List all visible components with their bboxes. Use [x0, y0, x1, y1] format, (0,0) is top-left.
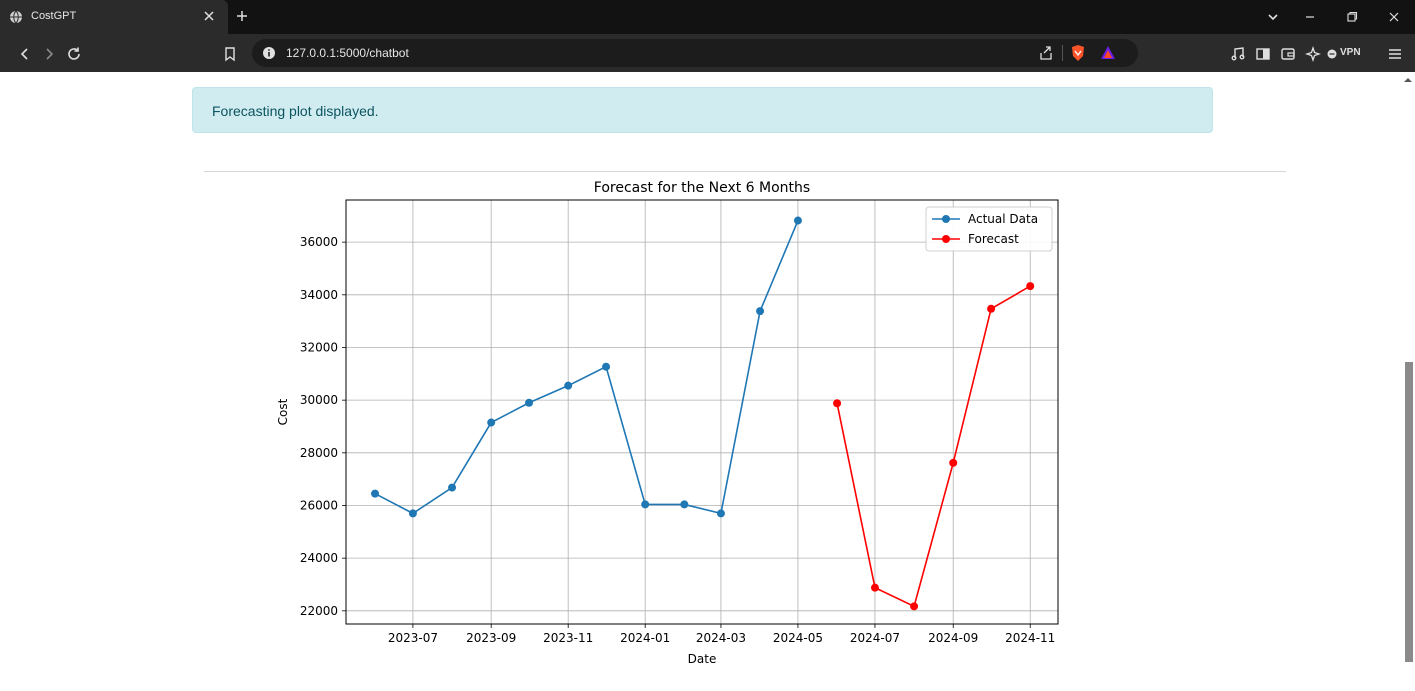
horizontal-divider — [204, 171, 1286, 172]
leo-ai-icon[interactable] — [1305, 46, 1321, 62]
scrollbar[interactable] — [1401, 72, 1415, 691]
actual-point — [448, 483, 457, 492]
bookmark-icon[interactable] — [222, 46, 238, 62]
forecast-point — [910, 602, 919, 611]
x-tick-label: 2024-07 — [850, 631, 900, 645]
browser-tab[interactable]: CostGPT — [0, 0, 228, 34]
vpn-label[interactable]: VPN — [1340, 47, 1361, 58]
chart-title: Forecast for the Next 6 Months — [594, 180, 810, 196]
minimize-icon[interactable] — [1303, 10, 1317, 24]
actual-point — [602, 362, 611, 371]
tab-search-chevron-icon[interactable] — [1266, 10, 1280, 24]
alert-message: Forecasting plot displayed. — [212, 103, 379, 119]
legend-label: Actual Data — [968, 212, 1038, 226]
url-text: 127.0.0.1:5000/chatbot — [286, 46, 409, 60]
y-tick-label: 36000 — [300, 235, 338, 249]
actual-point — [756, 307, 765, 316]
forward-icon[interactable] — [41, 46, 57, 62]
chart-background — [270, 177, 1070, 677]
x-tick-label: 2024-05 — [773, 631, 823, 645]
legend-label: Forecast — [968, 232, 1019, 246]
brave-rewards-icon[interactable] — [1100, 45, 1116, 61]
y-tick-label: 24000 — [300, 551, 338, 565]
media-icon[interactable] — [1230, 46, 1246, 62]
x-tick-label: 2023-07 — [388, 631, 438, 645]
forecast-point — [987, 304, 996, 313]
chart-legend: Actual Data Forecast — [925, 206, 1053, 252]
y-tick-label: 34000 — [300, 288, 338, 302]
status-alert: Forecasting plot displayed. — [192, 87, 1213, 133]
page-content: Forecasting plot displayed. 2023-07 2023-… — [0, 72, 1401, 691]
reload-icon[interactable] — [66, 46, 82, 62]
actual-point — [525, 398, 534, 407]
legend-swatch-marker — [942, 235, 950, 243]
x-tick-label: 2024-11 — [1005, 631, 1055, 645]
forecast-point — [833, 399, 842, 408]
actual-point — [680, 500, 689, 509]
y-tick-label: 26000 — [300, 498, 338, 512]
x-tick-label: 2023-11 — [543, 631, 593, 645]
browser-toolbar: 127.0.0.1:5000/chatbot VPN — [0, 34, 1415, 72]
address-divider — [1062, 45, 1063, 61]
share-icon[interactable] — [1038, 45, 1054, 61]
forecast-chart: 2023-07 2023-09 2023-11 2024-01 2024-03 2024-… — [270, 177, 1070, 677]
close-window-icon[interactable] — [1387, 10, 1401, 24]
x-tick-label: 2024-03 — [696, 631, 746, 645]
y-tick-label: 28000 — [300, 446, 338, 460]
actual-point — [641, 500, 650, 509]
vpn-icon[interactable] — [1327, 49, 1337, 59]
actual-point — [716, 509, 725, 518]
address-bar[interactable]: 127.0.0.1:5000/chatbot — [252, 39, 1138, 67]
site-info-icon[interactable] — [262, 46, 276, 60]
y-tick-label: 30000 — [300, 393, 338, 407]
x-tick-label: 2023-09 — [466, 631, 516, 645]
x-tick-label: 2024-01 — [620, 631, 670, 645]
y-axis-label: Cost — [276, 398, 290, 425]
scroll-thumb[interactable] — [1405, 362, 1413, 662]
forecast-point — [949, 458, 958, 467]
close-tab-icon[interactable] — [202, 9, 216, 23]
actual-point — [487, 418, 496, 427]
y-tick-label: 22000 — [300, 604, 338, 618]
browser-tab-bar: CostGPT — [0, 0, 1415, 34]
tab-title: CostGPT — [31, 10, 77, 22]
actual-point — [371, 489, 380, 498]
actual-point — [564, 381, 573, 390]
scroll-up-arrow-icon[interactable] — [1404, 76, 1412, 84]
actual-point — [408, 509, 417, 518]
sidebar-icon[interactable] — [1255, 46, 1271, 62]
y-tick-label: 32000 — [300, 340, 338, 354]
globe-icon — [10, 10, 22, 24]
new-tab-icon[interactable] — [235, 9, 249, 23]
back-icon[interactable] — [17, 46, 33, 62]
forecast-point — [1026, 282, 1035, 291]
x-axis-label: Date — [688, 652, 717, 666]
menu-icon[interactable] — [1387, 46, 1403, 62]
forecast-point — [870, 583, 879, 592]
actual-point — [793, 216, 802, 225]
restore-icon[interactable] — [1345, 10, 1359, 24]
brave-shield-icon[interactable] — [1070, 44, 1086, 62]
wallet-icon[interactable] — [1280, 46, 1296, 62]
x-tick-label: 2024-09 — [928, 631, 978, 645]
legend-swatch-marker — [942, 215, 950, 223]
